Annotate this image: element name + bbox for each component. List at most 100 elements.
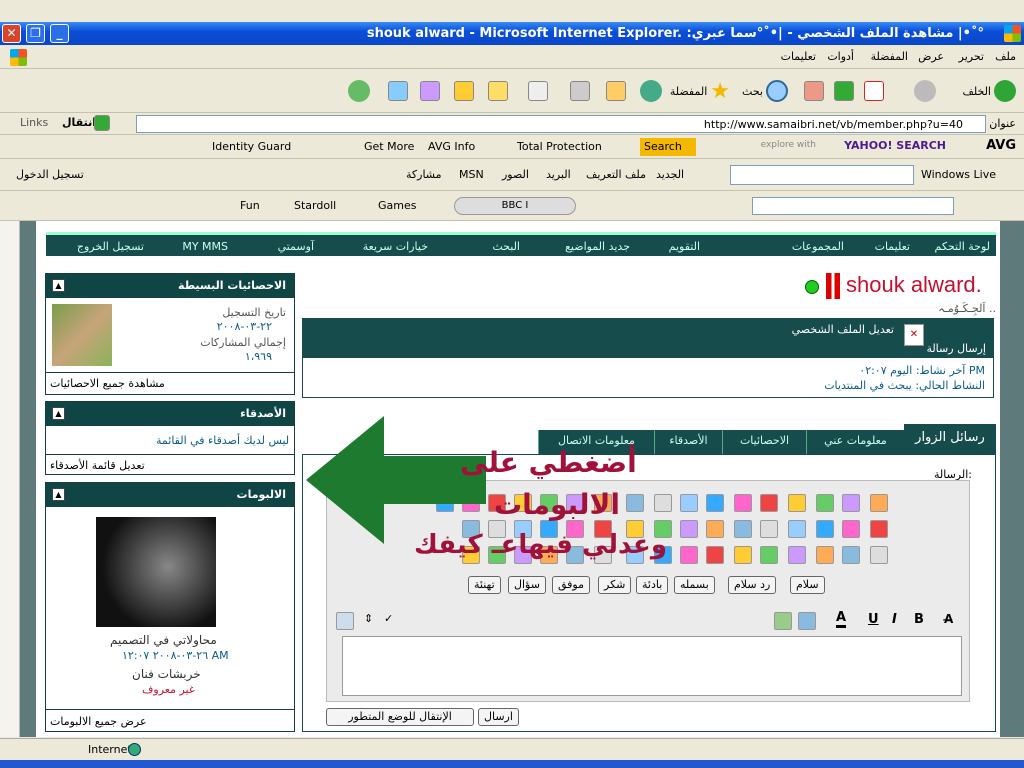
search-button[interactable]: بحث [742,76,788,106]
menu-help[interactable]: تعليمات [781,50,816,63]
nav-logout[interactable]: تسجيل الخروج [77,240,144,253]
editor-tool-icon[interactable] [870,520,888,538]
links-label[interactable]: Links [20,116,48,129]
nav-medals[interactable]: آوسمتي [278,240,314,253]
quick-good-luck-button[interactable]: موفق [552,576,591,594]
editor-tool-icon[interactable] [760,494,778,512]
avg-logo[interactable]: AVG [986,138,1016,153]
font-color-icon[interactable]: A [836,610,847,628]
editor-tool-icon[interactable] [680,494,698,512]
editor-tool-icon[interactable] [734,494,752,512]
avg-info-link[interactable]: AVG Info [428,140,475,153]
fun-link[interactable]: Fun [240,199,260,212]
nav-search[interactable]: البحث [492,240,520,253]
resize-icon[interactable]: ⇕ [364,612,373,625]
address-input[interactable]: http://www.samaibri.net/vb/member.php?u=… [136,115,986,133]
forward-button[interactable] [914,76,936,106]
quick-salam-button[interactable]: سلام [790,576,825,594]
collapse-icon[interactable]: ▲ [52,279,65,292]
editor-tool-icon[interactable] [734,520,752,538]
live-photos-link[interactable]: الصور [502,168,529,181]
message-textarea[interactable] [342,636,962,696]
nav-calendar[interactable]: التقويم [669,240,700,253]
nav-new-posts[interactable]: جديد المواضيع [565,240,630,253]
editor-tool-icon[interactable] [706,520,724,538]
strike-format-icon[interactable]: A̶ [944,612,953,626]
nav-mms[interactable]: MY MMS [182,240,228,253]
quick-thanks-button[interactable]: شكر [598,576,632,594]
live-signin-link[interactable]: تسجيل الدخول [16,168,84,181]
editor-tool-icon[interactable] [706,546,724,564]
go-button[interactable]: انتقال [62,116,96,129]
editor-tool-icon[interactable] [816,494,834,512]
notes-button[interactable] [488,76,508,106]
nav-usercp[interactable]: لوحة التحكم [935,240,990,253]
menu-edit[interactable]: تحرير [959,50,984,63]
favorites-button[interactable]: المفضلة ★ [670,76,730,106]
menu-file[interactable]: ملف [995,50,1016,63]
editor-tool-icon[interactable] [842,546,860,564]
avg-search-button[interactable]: Search [640,138,696,156]
editor-tool-icon[interactable] [706,494,724,512]
editor-tool-icon[interactable] [654,494,672,512]
spellcheck-icon[interactable]: ✓ [384,612,393,625]
nav-groups[interactable]: المجموعات [792,240,844,253]
link-icon[interactable] [798,612,816,630]
editor-tool-icon[interactable] [842,494,860,512]
view-all-stats-link[interactable]: مشاهدة جميع الاحصائيات [50,377,165,390]
history-button[interactable] [640,76,662,106]
get-more-link[interactable]: Get More [364,140,414,153]
editor-tool-icon[interactable] [734,546,752,564]
total-protection-link[interactable]: Total Protection [517,140,602,153]
maximize-icon[interactable]: ❐ [26,24,45,43]
identity-guard-link[interactable]: Identity Guard [212,140,291,153]
nav-quick-links[interactable]: خيارات سريعة [363,240,428,253]
editor-tool-icon[interactable] [870,494,888,512]
home-button[interactable] [804,76,824,106]
back-button[interactable]: الخلف [962,76,1016,106]
advanced-mode-button[interactable]: الإنتقال للوضع المتطور [326,708,474,726]
live-mail-link[interactable]: البريد [546,168,571,181]
refresh-button[interactable] [834,76,854,106]
underline-icon[interactable]: U [868,612,879,627]
games-link[interactable]: Games [378,199,416,212]
editor-tool-icon[interactable] [760,520,778,538]
album-name[interactable]: محاولاتي في التصميم [110,633,217,647]
album-thumbnail[interactable] [96,517,216,627]
image-icon[interactable] [774,612,792,630]
windows-live-label[interactable]: Windows Live [921,168,996,181]
collapse-icon[interactable]: ▲ [52,488,65,501]
left-scrollbar[interactable] [0,221,20,737]
messenger-button[interactable] [388,76,408,106]
editor-tool-icon[interactable] [842,520,860,538]
quick-prefix-button[interactable]: بادئة [636,576,669,594]
quick-congrats-button[interactable]: تهنئة [468,576,501,594]
menu-tools[interactable]: أدوات [827,50,854,63]
edit-friends-link[interactable]: تعديل قائمة الأصدقاء [50,459,145,472]
editor-tool-icon[interactable] [816,520,834,538]
stardoll-link[interactable]: Stardoll [294,199,336,212]
bbc-player-widget[interactable]: BBC I [454,197,576,215]
text-size-icon[interactable] [336,612,354,630]
edit-button[interactable] [528,76,548,106]
editor-tool-icon[interactable] [680,520,698,538]
tab-friends[interactable]: الأصدقاء [654,430,722,454]
editor-tool-icon[interactable] [788,520,806,538]
send-message-link[interactable]: إرسال رسالة [926,342,986,355]
view-all-albums-link[interactable]: عرض جميع الالبومات [50,715,147,728]
tab-about-me[interactable]: معلومات عني [806,430,904,454]
live-msn-link[interactable]: MSN [459,168,484,181]
links-search-input[interactable] [752,197,954,215]
quick-basmala-button[interactable]: بسمله [674,576,715,594]
send-button[interactable]: ارسال [478,708,519,726]
research-button[interactable] [420,76,440,106]
pen-button[interactable] [454,76,474,106]
editor-tool-icon[interactable] [788,546,806,564]
mail-button[interactable] [606,76,626,106]
stop-button[interactable] [864,76,884,106]
live-new-link[interactable]: الجديد [656,168,684,181]
nav-help[interactable]: تعليمات [875,240,910,253]
collapse-icon[interactable]: ▲ [52,407,65,420]
quick-reply-salam-button[interactable]: رد سلام [728,576,777,594]
menu-view[interactable]: عرض [918,50,944,63]
